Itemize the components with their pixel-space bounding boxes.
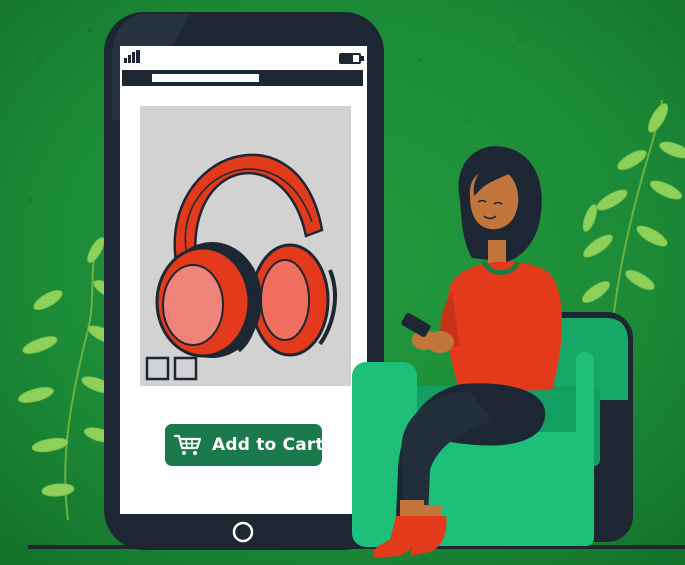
battery-icon [339,53,364,64]
thumbnail-1[interactable] [147,358,168,379]
add-to-cart-button[interactable]: Add to Cart [165,424,324,466]
title-placeholder-line [152,74,259,82]
add-to-cart-label: Add to Cart [212,435,324,455]
shopping-illustration [0,0,685,565]
thumbnail-2[interactable] [175,358,196,379]
shopping-cart-icon [173,433,203,457]
home-button-icon[interactable] [232,521,254,543]
